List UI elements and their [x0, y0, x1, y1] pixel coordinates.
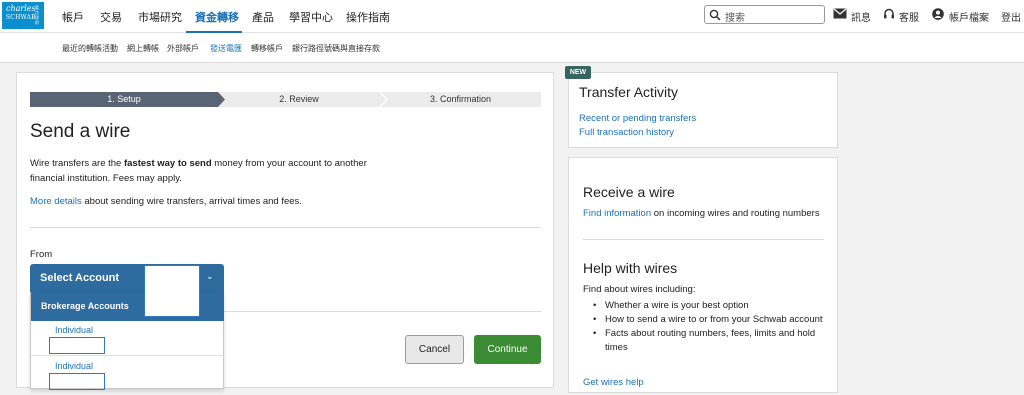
help-bullet: Whether a wire is your best option: [593, 299, 823, 313]
help-wires-title: Help with wires: [583, 260, 678, 276]
more-details-link[interactable]: More details: [30, 196, 82, 207]
messages-link[interactable]: 訊息: [833, 8, 871, 24]
user-icon: [932, 8, 944, 20]
logo-line2: SCHWAB: [6, 14, 36, 21]
help-intro: Find about wires including:: [583, 284, 696, 295]
step-confirmation: 3. Confirmation: [380, 92, 541, 107]
account-number-box: [49, 373, 105, 390]
recent-transfers-link[interactable]: Recent or pending transfers: [579, 113, 696, 124]
subnav-routing-direct-deposit[interactable]: 銀行路徑號碼與直接存款: [292, 43, 380, 54]
subnav-online-transfer[interactable]: 網上轉帳: [127, 43, 159, 54]
chevron-down-icon: ⌄: [206, 271, 214, 281]
divider: [30, 227, 541, 228]
search-input[interactable]: 搜索: [704, 5, 825, 24]
logout-link[interactable]: 登出: [1001, 9, 1021, 24]
wire-description: Wire transfers are the fastest way to se…: [30, 158, 367, 184]
subnav-transfer-account[interactable]: 轉移帳戶: [251, 43, 283, 54]
progress-steps: 1. Setup 2. Review 3. Confirmation: [30, 92, 541, 107]
logo-side: 嘉信理財: [35, 5, 39, 25]
search-placeholder: 搜索: [725, 13, 745, 24]
find-information-link[interactable]: Find information: [583, 208, 651, 219]
subnav-recent-activity[interactable]: 最近的轉帳活動: [62, 43, 118, 54]
mail-icon: [833, 8, 847, 19]
cancel-button[interactable]: Cancel: [405, 335, 464, 364]
account-number-box: [49, 337, 105, 354]
receive-wire-text: Find information on incoming wires and r…: [583, 208, 820, 219]
divider: [583, 239, 824, 240]
search-icon: [709, 9, 721, 21]
transfer-activity-card: Transfer Activity Recent or pending tran…: [568, 72, 838, 148]
step-setup: 1. Setup: [30, 92, 218, 107]
step-arrow-icon: [218, 92, 225, 107]
help-list: Whether a wire is your best option How t…: [593, 299, 823, 355]
nav-trade[interactable]: 交易: [100, 9, 122, 25]
receive-wire-title: Receive a wire: [583, 184, 675, 200]
transaction-history-link[interactable]: Full transaction history: [579, 127, 674, 138]
nav-accounts[interactable]: 帳戶: [62, 9, 84, 25]
nav-move-money[interactable]: 資金轉移: [195, 9, 239, 25]
schwab-logo[interactable]: charles SCHWAB 嘉信理財: [2, 2, 44, 29]
send-wire-panel: 1. Setup 2. Review 3. Confirmation Send …: [16, 72, 554, 390]
nav-guide[interactable]: 操作指南: [346, 9, 390, 25]
details-text: More details about sending wire transfer…: [30, 196, 302, 207]
page-title: Send a wire: [30, 121, 131, 142]
wire-help-card: Receive a wire Find information on incom…: [568, 157, 838, 393]
logo-line1: charles: [6, 4, 36, 13]
profile-link[interactable]: 帳戶檔案: [932, 8, 989, 24]
subnav-external-accounts[interactable]: 外部帳戶: [167, 43, 199, 54]
dropdown-option[interactable]: Individual: [31, 321, 224, 357]
help-bullet: How to send a wire to or from your Schwa…: [593, 313, 823, 327]
step-review: 2. Review: [218, 92, 380, 107]
continue-button[interactable]: Continue: [474, 335, 541, 364]
top-nav: charles SCHWAB 嘉信理財 帳戶 交易 市場研究 資金轉移 產品 學…: [0, 0, 1024, 33]
from-label: From: [30, 249, 53, 260]
get-wires-help-link[interactable]: Get wires help: [583, 377, 644, 388]
nav-learning[interactable]: 學習中心: [289, 9, 333, 25]
sub-nav: 最近的轉帳活動 網上轉帳 外部帳戶 發送電匯 轉移帳戶 銀行路徑號碼與直接存款: [0, 33, 1024, 63]
service-link[interactable]: 客服: [883, 8, 919, 24]
nav-research[interactable]: 市場研究: [138, 9, 182, 25]
redaction-box: [144, 265, 200, 317]
help-bullet: Facts about routing numbers, fees, limit…: [593, 327, 823, 355]
subnav-send-wire[interactable]: 發送電匯: [210, 43, 242, 54]
transfer-activity-title: Transfer Activity: [579, 84, 679, 100]
new-badge: NEW: [565, 66, 591, 79]
headset-icon: [884, 8, 894, 19]
nav-products[interactable]: 產品: [252, 9, 274, 25]
dropdown-option[interactable]: Individual: [31, 357, 224, 393]
dropdown-separator: [31, 355, 224, 356]
step-arrow-icon: [380, 92, 389, 107]
